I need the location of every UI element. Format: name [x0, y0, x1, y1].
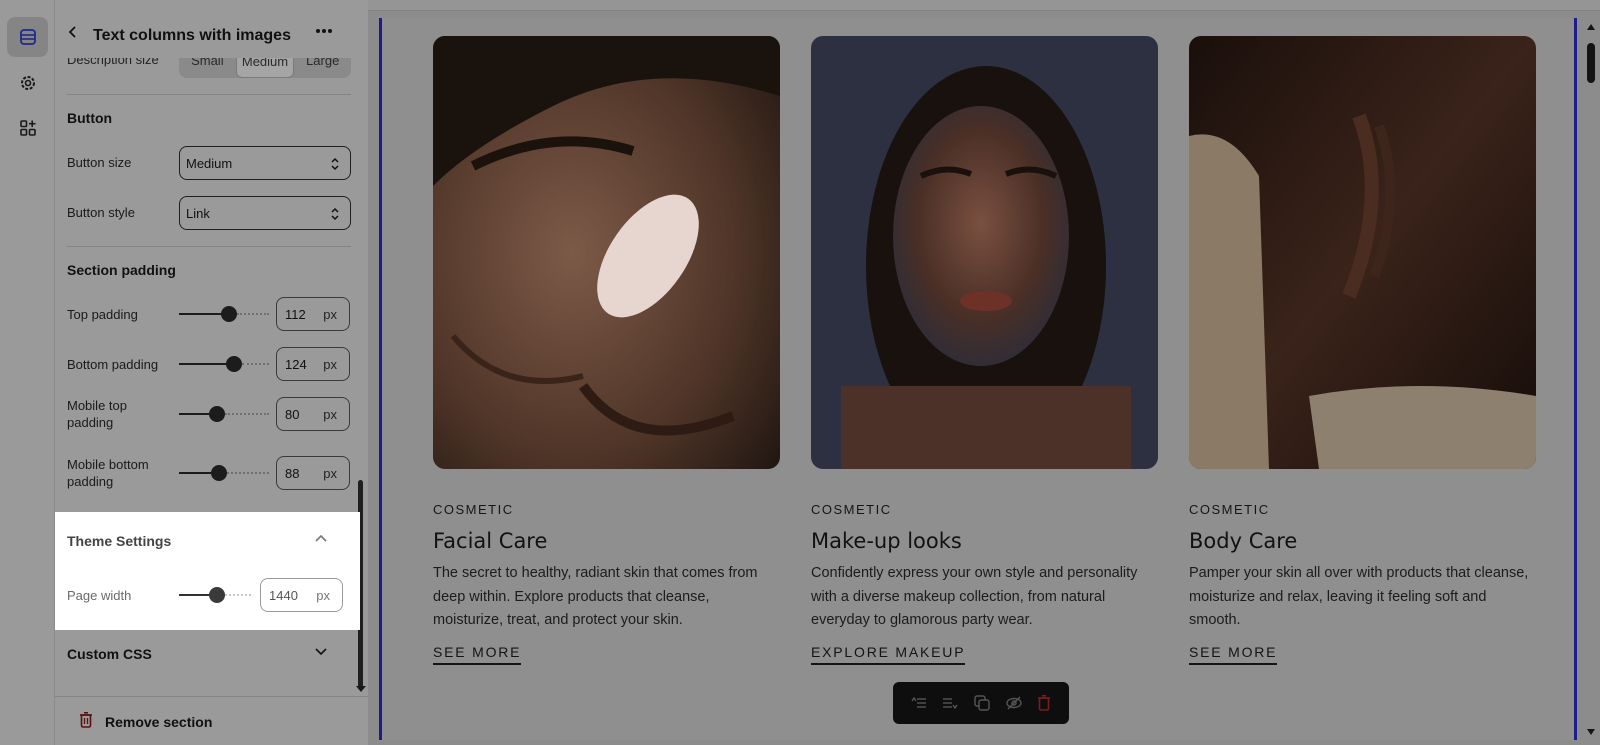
column-card: COSMETIC Facial Care The secret to healt… [433, 36, 780, 665]
bottom-padding-input[interactable]: 124 px [276, 347, 350, 381]
remove-section-button[interactable]: Remove section [105, 714, 212, 730]
mobile-top-padding-label: Mobile top padding [67, 398, 127, 430]
section-toolbar [893, 682, 1069, 724]
chevron-down-icon[interactable] [315, 648, 327, 656]
chevron-up-down-icon [331, 157, 339, 171]
preview-scrollbar[interactable] [1584, 18, 1598, 740]
column-title: Body Care [1189, 529, 1298, 553]
theme-settings-heading[interactable]: Theme Settings [67, 533, 171, 549]
sections-nav-button[interactable] [7, 17, 48, 57]
column-eyebrow: COSMETIC [1189, 502, 1270, 517]
slider-thumb[interactable] [209, 406, 225, 422]
button-style-value: Link [186, 206, 210, 221]
column-image [811, 36, 1158, 469]
settings-panel: Text columns with images Description siz… [55, 0, 368, 745]
mobile-bottom-padding-input[interactable]: 88 px [276, 456, 350, 490]
bottom-padding-label: Bottom padding [67, 357, 159, 372]
column-link[interactable]: EXPLORE MAKEUP [811, 644, 966, 665]
page-width-slider[interactable] [179, 585, 251, 605]
scrollbar-thumb[interactable] [1587, 43, 1595, 83]
theme-settings-nav-button[interactable] [7, 63, 48, 103]
column-link[interactable]: SEE MORE [433, 644, 522, 665]
column-image [1189, 36, 1536, 469]
mobile-top-padding-slider[interactable] [179, 404, 269, 424]
panel-title: Text columns with images [93, 27, 291, 44]
sections-icon [19, 29, 36, 45]
section-preview[interactable]: COSMETIC Facial Care The secret to healt… [379, 18, 1577, 740]
panel-footer: Remove section [55, 696, 368, 745]
preview-top-bar [368, 0, 1600, 11]
panel-header: Text columns with images [55, 0, 368, 58]
icon-rail [0, 0, 55, 745]
gear-icon [20, 76, 35, 90]
column-link[interactable]: SEE MORE [1189, 644, 1278, 665]
theme-settings-section: Theme Settings Page width 1440 px [55, 512, 360, 630]
slider-thumb[interactable] [226, 356, 242, 372]
page-width-label: Page width [67, 588, 132, 603]
divider [67, 94, 351, 95]
button-size-value: Medium [186, 156, 233, 171]
move-down-icon[interactable] [942, 696, 958, 710]
scroll-down-arrow-icon[interactable] [356, 686, 366, 692]
scroll-up-arrow-icon[interactable] [1587, 24, 1595, 30]
slider-thumb[interactable] [209, 587, 225, 603]
page-width-input[interactable]: 1440 px [260, 578, 343, 612]
scroll-down-arrow-icon[interactable] [1587, 729, 1595, 735]
column-text: Confidently express your own style and p… [811, 565, 1138, 628]
bottom-padding-slider[interactable] [179, 354, 269, 374]
apps-nav-button[interactable] [7, 108, 48, 148]
top-padding-slider[interactable] [179, 304, 269, 324]
hide-icon[interactable] [1005, 695, 1022, 711]
mobile-bottom-padding-label: Mobile bottom padding [67, 457, 149, 489]
column-eyebrow: COSMETIC [811, 502, 892, 517]
column-image [433, 36, 780, 469]
column-card: COSMETIC Make-up looks Confidently expre… [811, 36, 1158, 665]
delete-icon[interactable] [1037, 695, 1051, 711]
column-card: COSMETIC Body Care Pamper your skin all … [1189, 36, 1536, 665]
mobile-bottom-padding-slider[interactable] [179, 463, 269, 483]
top-padding-input[interactable]: 112 px [276, 297, 350, 331]
chevron-up-down-icon [331, 207, 339, 221]
slider-thumb[interactable] [211, 465, 227, 481]
column-title: Facial Care [433, 529, 548, 553]
section-padding-heading: Section padding [67, 262, 176, 278]
column-eyebrow: COSMETIC [433, 502, 514, 517]
chevron-up-icon[interactable] [315, 534, 327, 542]
button-style-select[interactable]: Link [179, 196, 351, 230]
add-app-icon [19, 120, 36, 136]
preview-area: COSMETIC Facial Care The secret to healt… [368, 0, 1600, 745]
column-text: Pamper your skin all over with products … [1189, 565, 1529, 628]
slider-thumb[interactable] [221, 306, 237, 322]
divider [67, 246, 351, 247]
column-text: The secret to healthy, radiant skin that… [433, 565, 758, 628]
more-options-icon[interactable] [315, 28, 333, 34]
button-size-select[interactable]: Medium [179, 146, 351, 180]
button-section-heading: Button [67, 110, 113, 126]
mobile-top-padding-input[interactable]: 80 px [276, 397, 350, 431]
column-title: Make-up looks [811, 529, 962, 553]
back-arrow-icon[interactable] [67, 26, 79, 38]
button-style-label: Button style [67, 205, 135, 220]
trash-icon [80, 712, 92, 728]
top-padding-label: Top padding [67, 307, 138, 322]
button-size-label: Button size [67, 155, 132, 170]
custom-css-heading[interactable]: Custom CSS [67, 646, 152, 662]
duplicate-icon[interactable] [974, 695, 990, 711]
move-up-icon[interactable] [911, 696, 927, 710]
